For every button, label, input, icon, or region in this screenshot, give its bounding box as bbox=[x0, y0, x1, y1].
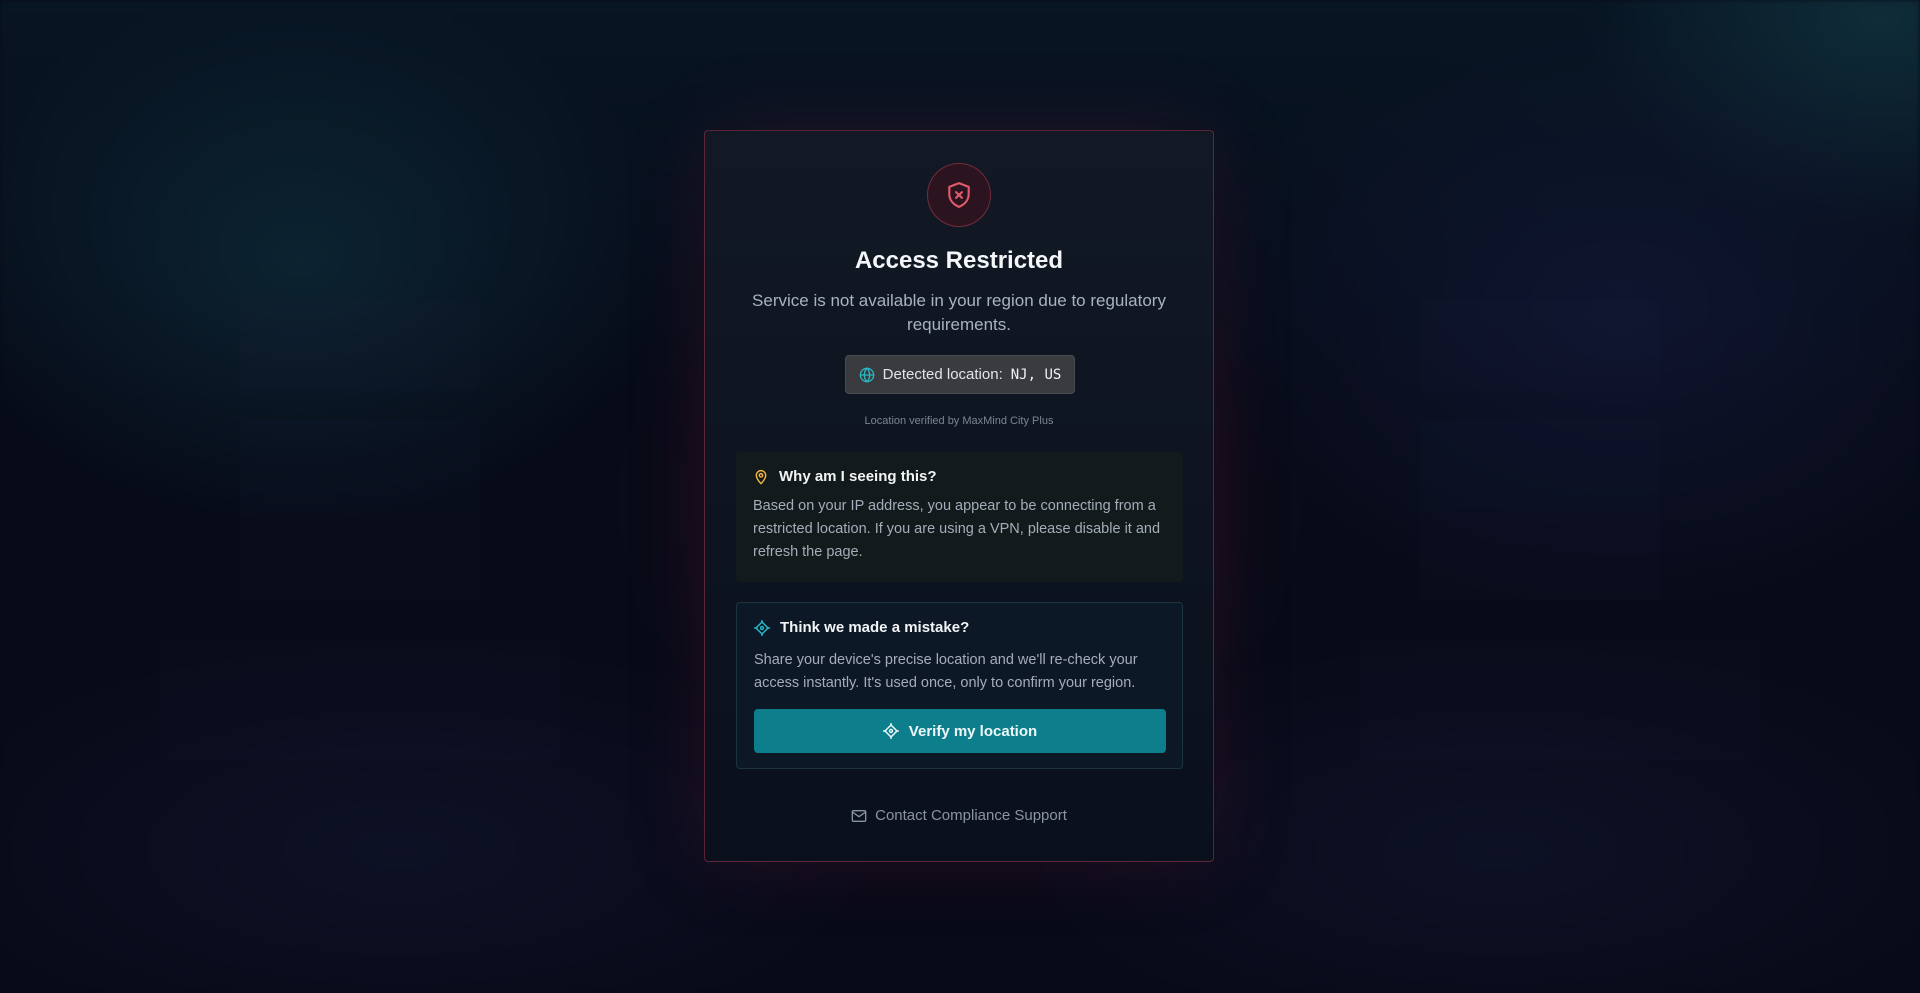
map-pin-icon bbox=[753, 469, 769, 485]
contact-compliance-link[interactable]: Contact Compliance Support bbox=[705, 807, 1213, 824]
detected-location-value: NJ, US bbox=[1010, 366, 1062, 383]
locate-icon bbox=[754, 619, 770, 636]
globe-icon bbox=[859, 366, 875, 383]
locate-icon bbox=[882, 723, 899, 739]
mistake-heading: Think we made a mistake? bbox=[780, 619, 970, 636]
detected-location-label: Detected location: bbox=[882, 366, 1003, 383]
detected-location-badge: Detected location: NJ, US bbox=[845, 355, 1075, 394]
contact-compliance-label: Contact Compliance Support bbox=[875, 807, 1067, 824]
why-info-box: Why am I seeing this? Based on your IP a… bbox=[736, 452, 1183, 582]
why-text: Based on your IP address, you appear to … bbox=[753, 498, 1161, 560]
page-title: Access Restricted bbox=[854, 247, 1064, 274]
verify-location-button[interactable]: Verify my location bbox=[754, 709, 1166, 753]
mail-icon bbox=[851, 809, 867, 823]
mistake-text: Share your device's precise location and… bbox=[754, 652, 1138, 691]
location-verified-note: Location verified by MaxMind City Plus bbox=[864, 415, 1054, 427]
access-restricted-card: Access Restricted Service is not availab… bbox=[704, 130, 1214, 862]
mistake-box: Think we made a mistake? Share your devi… bbox=[736, 602, 1183, 769]
why-heading: Why am I seeing this? bbox=[779, 468, 937, 485]
verify-location-label: Verify my location bbox=[908, 722, 1038, 740]
page-subtitle: Service is not available in your region … bbox=[752, 291, 1166, 334]
shield-x-icon bbox=[927, 163, 991, 227]
